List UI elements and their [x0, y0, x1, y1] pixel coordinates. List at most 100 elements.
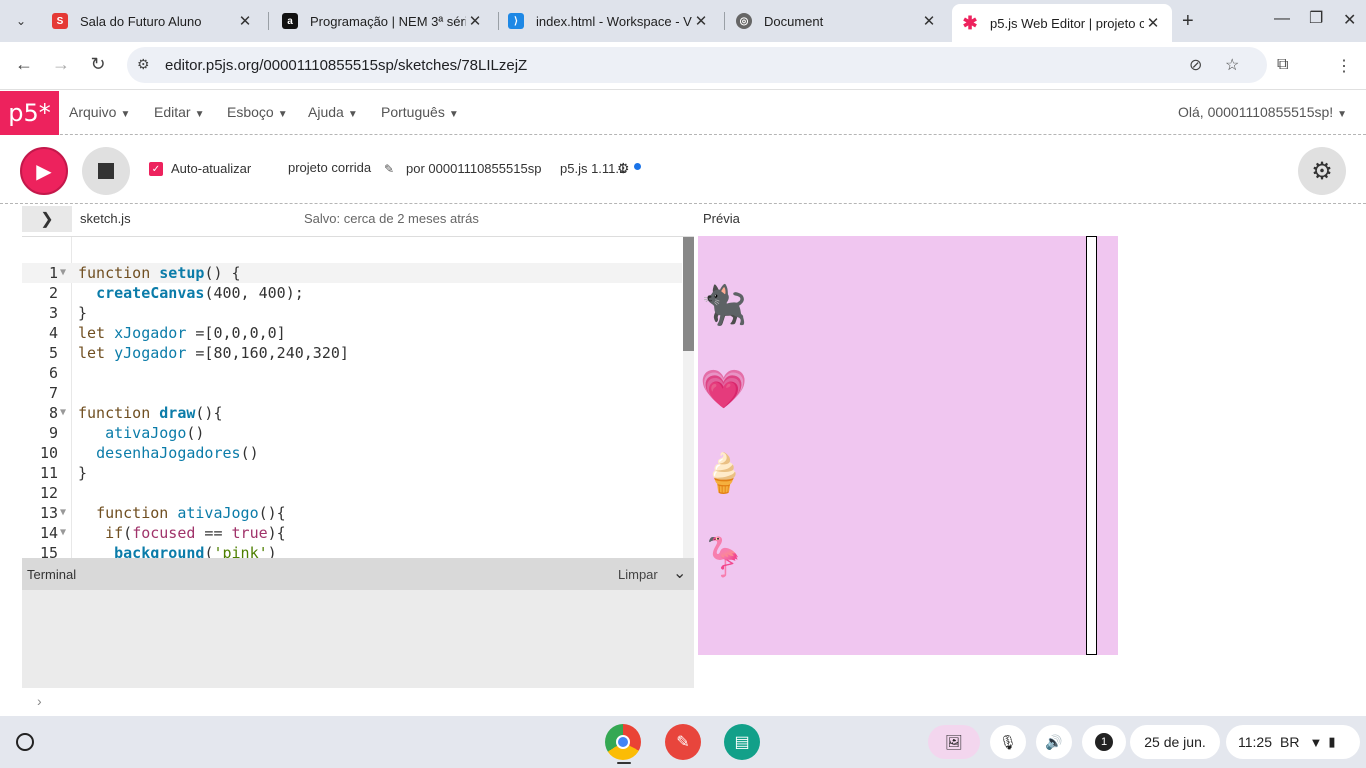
- code-text: let yJogador =[80,160,240,320]: [78, 344, 349, 362]
- code-editor[interactable]: 1 ▼ function setup() {2 createCanvas(400, …: [22, 236, 694, 558]
- code-line[interactable]: 3}: [22, 303, 682, 323]
- player-ice-cream: 🍦: [700, 451, 748, 495]
- menu-ajuda[interactable]: Ajuda ▼: [308, 104, 358, 120]
- code-line[interactable]: 4 let xJogador =[0,0,0,0]: [22, 323, 682, 343]
- caret-down-icon: ▼: [448, 109, 459, 120]
- code-text: function setup() {: [78, 264, 241, 282]
- tab-search-chevron-icon[interactable]: ⌄: [8, 8, 34, 34]
- close-tab-icon[interactable]: ✕: [1144, 14, 1162, 32]
- select-to-speak-icon[interactable]: 🔊: [1036, 725, 1072, 759]
- sidebar-toggle-button[interactable]: ❯: [22, 206, 72, 232]
- auto-refresh-label[interactable]: Auto-atualizar: [171, 161, 251, 176]
- auto-refresh-checkbox[interactable]: ✓: [149, 162, 163, 176]
- line-number: 11: [39, 464, 58, 482]
- menu-esboco[interactable]: Esboço ▼: [227, 104, 288, 120]
- tab-programacao[interactable]: a Programação | NEM 3ª série ✕: [272, 6, 494, 36]
- tab-vscode[interactable]: ⟩ index.html - Workspace - Vi ✕: [498, 6, 720, 36]
- restore-window-icon[interactable]: ❐: [1309, 8, 1323, 28]
- play-button[interactable]: ▶: [20, 147, 68, 195]
- date-pill[interactable]: 25 de jun.: [1130, 725, 1220, 759]
- code-line[interactable]: 6: [22, 363, 682, 383]
- project-name[interactable]: projeto corrida: [288, 160, 371, 175]
- scrollbar-thumb[interactable]: [683, 237, 694, 351]
- date-text: 25 de jun.: [1144, 734, 1206, 750]
- close-tab-icon[interactable]: ✕: [692, 12, 710, 30]
- menu-editar[interactable]: Editar ▼: [154, 104, 204, 120]
- code-line[interactable]: 1 ▼ function setup() {: [22, 263, 682, 283]
- site-settings-icon[interactable]: ⚙: [137, 56, 150, 73]
- menu-idioma[interactable]: Português ▼: [381, 104, 459, 120]
- clock-time: 11:25: [1238, 734, 1272, 750]
- notification-counter[interactable]: 1: [1082, 725, 1126, 759]
- tab-document[interactable]: ◎ Document ✕: [726, 6, 948, 36]
- battery-icon: ▮: [1328, 734, 1336, 749]
- canvas-app-icon[interactable]: ✎: [665, 724, 701, 760]
- code-line[interactable]: 15 background('pink'): [22, 543, 682, 558]
- fold-arrow-icon[interactable]: ▼: [60, 503, 66, 523]
- url-text[interactable]: editor.p5js.org/00001110855515sp/sketche…: [165, 57, 527, 74]
- settings-button[interactable]: ⚙: [1298, 147, 1346, 195]
- author-byline: por 00001110855515sp: [406, 161, 542, 176]
- tote-thumbnail-icon[interactable]: 🖼: [928, 725, 980, 759]
- collapse-chevron-icon[interactable]: ⌄: [673, 563, 686, 583]
- code-line[interactable]: 14 ▼ if(focused == true){: [22, 523, 682, 543]
- omnibox[interactable]: ⚙ editor.p5js.org/00001110855515sp/sketc…: [127, 47, 1267, 83]
- version-gear-icon[interactable]: ⚙: [617, 160, 630, 177]
- running-app-indicator: [617, 762, 631, 764]
- chrome-menu-icon[interactable]: ⋮: [1336, 56, 1352, 76]
- update-dot-icon: [634, 163, 641, 170]
- clear-console-button[interactable]: Limpar: [618, 567, 658, 582]
- code-line[interactable]: 2 createCanvas(400, 400);: [22, 283, 682, 303]
- caret-down-icon: ▼: [120, 109, 131, 120]
- code-line[interactable]: 5 let yJogador =[80,160,240,320]: [22, 343, 682, 363]
- bookmark-star-icon[interactable]: ☆: [1225, 55, 1239, 75]
- console-input[interactable]: ›: [22, 688, 694, 716]
- code-line[interactable]: 10 desenhaJogadores(): [22, 443, 682, 463]
- tab-sala-do-futuro[interactable]: S Sala do Futuro Aluno ✕: [42, 6, 264, 36]
- line-number: 3: [48, 304, 58, 322]
- close-tab-icon[interactable]: ✕: [920, 12, 938, 30]
- sketch-canvas[interactable]: 🐈‍⬛ 💗 🍦 🦩: [698, 236, 1118, 655]
- stop-button[interactable]: [82, 147, 130, 195]
- tab-label: Sala do Futuro Aluno: [80, 13, 202, 29]
- p5-logo[interactable]: p5*: [0, 91, 59, 135]
- player-black-cat: 🐈‍⬛: [700, 283, 748, 327]
- launcher-icon[interactable]: [16, 733, 34, 751]
- code-line[interactable]: 8 ▼ function draw(){: [22, 403, 682, 423]
- forward-arrow-icon[interactable]: →: [49, 54, 73, 75]
- edit-pencil-icon[interactable]: ✎: [384, 162, 394, 176]
- code-line[interactable]: 11}: [22, 463, 682, 483]
- menu-label: Esboço: [227, 104, 274, 120]
- tab-p5-editor[interactable]: ✱ p5.js Web Editor | projeto co ✕: [952, 4, 1172, 42]
- line-number: 2: [48, 284, 58, 302]
- code-line[interactable]: 13 ▼ function ativaJogo(){: [22, 503, 682, 523]
- microphone-icon[interactable]: 🎙: [990, 725, 1026, 759]
- fold-arrow-icon[interactable]: ▼: [60, 523, 66, 543]
- classroom-app-icon[interactable]: ▤: [724, 724, 760, 760]
- fold-arrow-icon[interactable]: ▼: [60, 403, 66, 423]
- editor-scrollbar[interactable]: [683, 237, 694, 558]
- minimize-window-icon[interactable]: —: [1274, 10, 1290, 28]
- user-menu[interactable]: Olá, 00001110855515sp! ▼: [1178, 104, 1347, 120]
- caret-down-icon: ▼: [1337, 109, 1348, 120]
- close-tab-icon[interactable]: ✕: [466, 12, 484, 30]
- extensions-puzzle-icon[interactable]: ⧉: [1277, 56, 1288, 74]
- editor-toolbar: ▶ ✓ Auto-atualizar projeto corrida ✎ por…: [0, 136, 1366, 204]
- code-line[interactable]: 12: [22, 483, 682, 503]
- tracking-protection-icon[interactable]: ⊘: [1189, 55, 1202, 75]
- menu-arquivo[interactable]: Arquivo ▼: [69, 104, 130, 120]
- reload-icon[interactable]: ↻: [86, 54, 110, 75]
- terminal-output: [22, 590, 694, 688]
- fold-arrow-icon[interactable]: ▼: [60, 263, 66, 283]
- close-window-icon[interactable]: ✕: [1343, 10, 1356, 30]
- menu-label: Arquivo: [69, 104, 117, 120]
- code-line[interactable]: 9 ativaJogo(): [22, 423, 682, 443]
- globe-icon: ◎: [736, 13, 752, 29]
- new-tab-button[interactable]: +: [1182, 10, 1194, 33]
- status-tray[interactable]: 11:25 BR ▼ ▮: [1226, 725, 1360, 759]
- back-arrow-icon[interactable]: ←: [12, 54, 36, 75]
- close-tab-icon[interactable]: ✕: [236, 12, 254, 30]
- chrome-app-icon[interactable]: [605, 724, 641, 760]
- code-line[interactable]: 7: [22, 383, 682, 403]
- caret-down-icon: ▼: [194, 109, 205, 120]
